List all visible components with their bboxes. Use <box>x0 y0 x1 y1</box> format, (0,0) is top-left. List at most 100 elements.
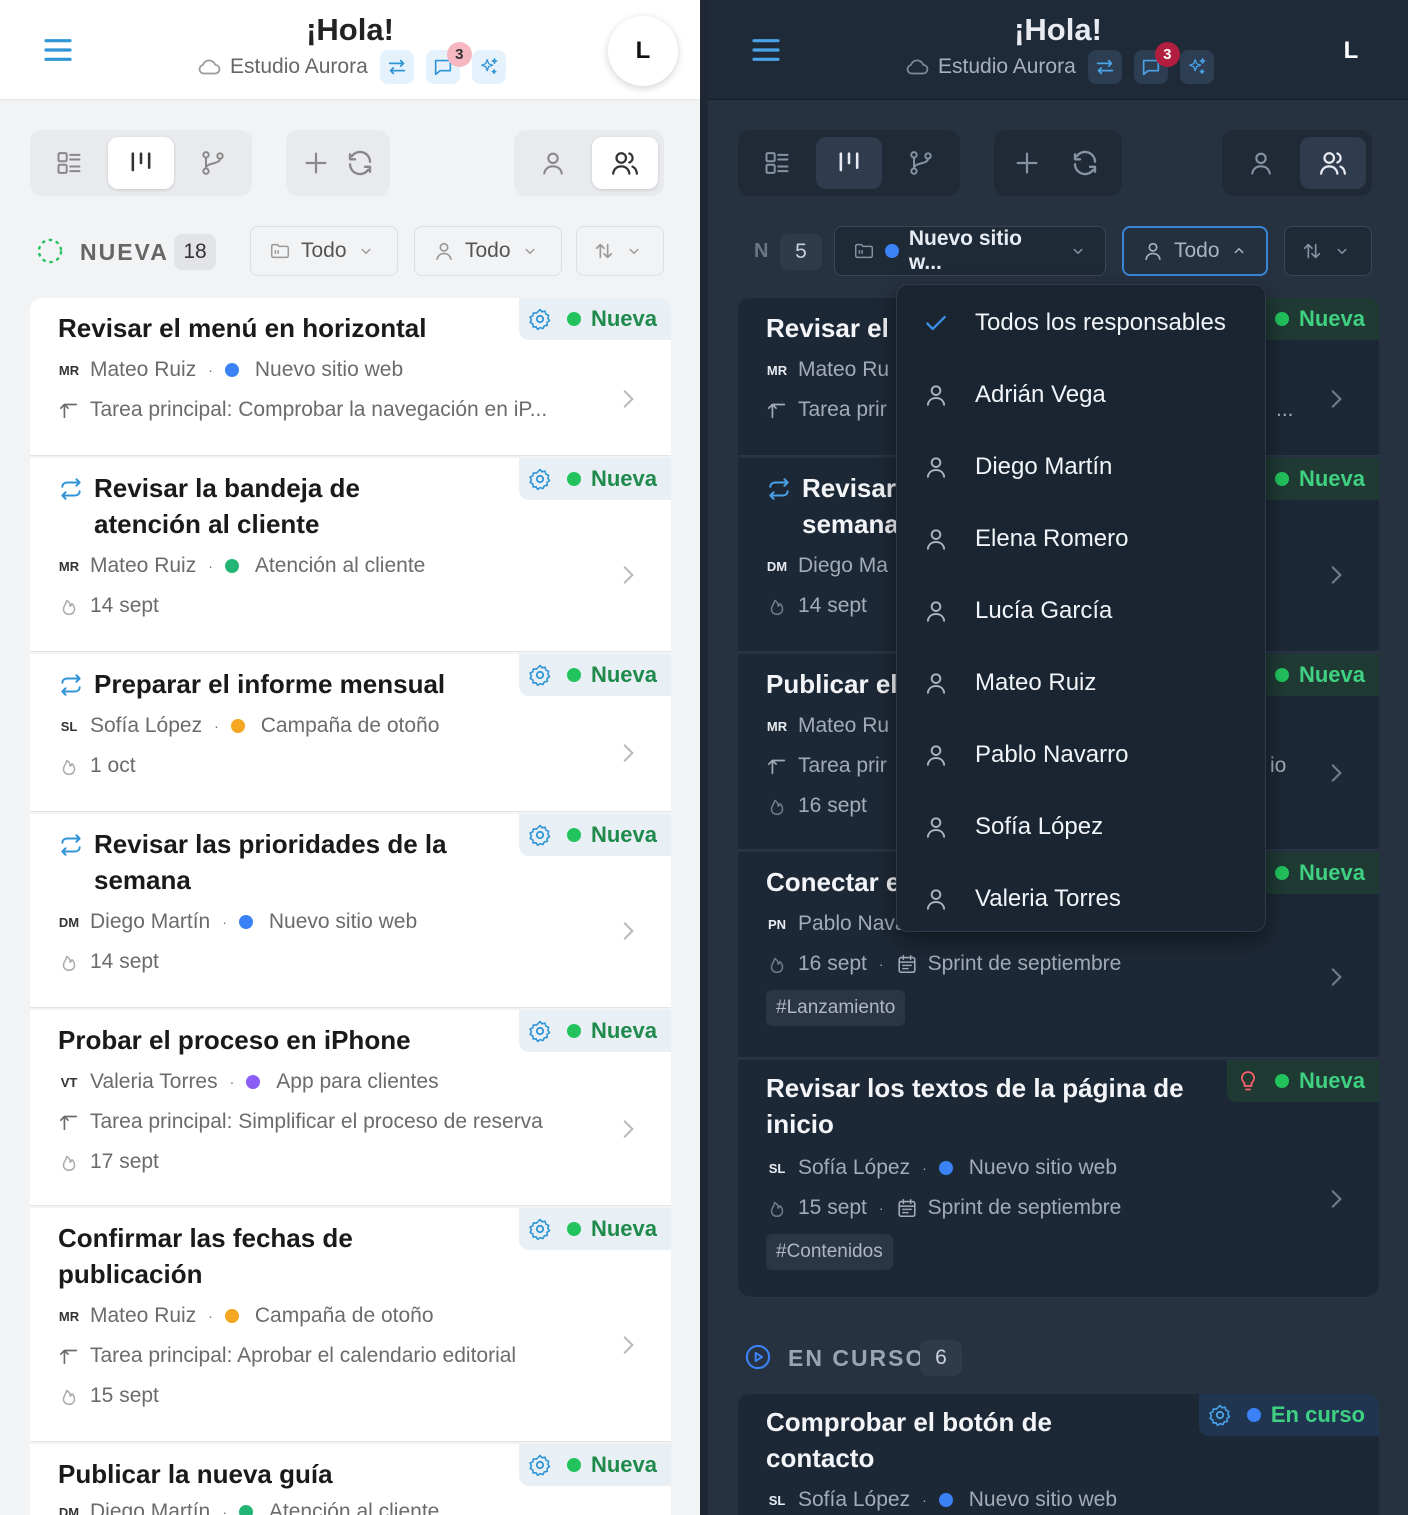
settings-icon[interactable] <box>519 1010 561 1052</box>
assignee-option[interactable]: Valeria Torres <box>897 863 1267 935</box>
status-label: Nueva <box>590 822 657 847</box>
workspace-switcher[interactable]: Estudio Aurora 3 <box>196 42 506 84</box>
tag-chip[interactable]: #Contenidos <box>766 1234 893 1270</box>
flame-icon <box>766 595 788 617</box>
assignee-initials: MR <box>58 362 80 378</box>
settings-icon[interactable] <box>519 298 561 340</box>
status: Nueva <box>1261 466 1379 492</box>
task-card[interactable]: Preparar el informe mensual SL Sofía Lóp… <box>30 654 671 812</box>
team-tasks-button[interactable] <box>592 137 658 189</box>
sort-button[interactable] <box>576 226 664 276</box>
user-icon <box>897 454 975 480</box>
task-title: Comprobar el botón de contacto <box>766 1407 1052 1473</box>
settings-icon[interactable] <box>519 814 561 856</box>
status-label: En curso <box>1270 1402 1365 1427</box>
chevron-right-icon[interactable] <box>615 1116 641 1142</box>
flame-icon <box>58 595 80 617</box>
add-task-button[interactable] <box>294 137 338 189</box>
chevron-right-icon[interactable] <box>615 386 641 412</box>
sort-button[interactable] <box>1284 226 1372 276</box>
recurring-icon <box>58 476 84 502</box>
settings-icon[interactable] <box>519 458 561 500</box>
board-view-button[interactable] <box>816 137 882 189</box>
assignee-option[interactable]: Sofía López <box>897 791 1267 863</box>
chevron-right-icon[interactable] <box>1323 964 1349 990</box>
assignee-option[interactable]: Elena Romero <box>897 503 1267 575</box>
status-badge: Nueva <box>1260 654 1379 696</box>
settings-icon[interactable] <box>519 1444 561 1486</box>
list-view-button[interactable] <box>36 137 102 189</box>
parent-arrow-icon <box>58 1111 80 1133</box>
chevron-right-icon[interactable] <box>615 918 641 944</box>
settings-icon[interactable] <box>519 1208 561 1250</box>
user-avatar[interactable]: L <box>608 16 678 86</box>
board-view-button[interactable] <box>108 137 174 189</box>
option-label: Todos los responsables <box>975 309 1226 336</box>
status-label: Nueva <box>590 1018 657 1043</box>
assignee-option[interactable]: Lucía García <box>897 575 1267 647</box>
chevron-right-icon[interactable] <box>1323 760 1349 786</box>
assignee-option-all[interactable]: Todos los responsables <box>897 287 1267 359</box>
status-label: Nueva <box>1298 1068 1365 1093</box>
add-task-button[interactable] <box>1002 137 1052 189</box>
lightbulb-icon[interactable] <box>1227 1060 1269 1102</box>
chevron-right-icon[interactable] <box>1323 1186 1349 1212</box>
task-card[interactable]: Probar el proceso en iPhone VT Valeria T… <box>30 1010 671 1206</box>
project-filter[interactable]: Nuevo sitio w... <box>834 226 1106 276</box>
tag-chip[interactable]: #Lanzamiento <box>766 990 906 1026</box>
my-tasks-button[interactable] <box>1228 137 1294 189</box>
separator-dot: · <box>229 1074 235 1090</box>
task-card[interactable]: Revisar las prioridades de la semana DM … <box>30 814 671 1008</box>
chevron-right-icon[interactable] <box>615 740 641 766</box>
project-filter[interactable]: Todo <box>250 226 398 276</box>
notification-count: 3 <box>1154 42 1180 67</box>
settings-icon[interactable] <box>1199 1394 1241 1436</box>
task-card[interactable]: Comprobar el botón de contacto SL Sofía … <box>738 1394 1379 1515</box>
settings-icon[interactable] <box>519 654 561 696</box>
messages-button[interactable]: 3 <box>1133 42 1180 84</box>
task-card[interactable]: Publicar la nueva guía DM Diego Martín ·… <box>30 1444 671 1515</box>
task-card[interactable]: Revisar el menú en horizontal MR Mateo R… <box>30 298 671 456</box>
assignee-filter[interactable]: Todo <box>414 226 562 276</box>
branch-view-button[interactable] <box>180 137 246 189</box>
chevron-right-icon[interactable] <box>615 562 641 588</box>
due-date: 15 sept <box>58 1384 159 1408</box>
parent-task: Tarea prir <box>766 398 887 422</box>
assignee-option[interactable]: Pablo Navarro <box>897 719 1267 791</box>
assignee-option[interactable]: Diego Martín <box>897 431 1267 503</box>
branch-view-button[interactable] <box>888 137 954 189</box>
workspace-switcher[interactable]: Estudio Aurora 3 <box>904 42 1214 84</box>
assignee-filter[interactable]: Todo <box>1122 226 1268 276</box>
status-label: Nueva <box>1298 860 1365 885</box>
due-date-text: 15 sept <box>90 1384 159 1407</box>
switch-workspace-button[interactable] <box>379 50 414 84</box>
assignee-initials: SL <box>768 1160 786 1176</box>
refresh-button[interactable] <box>1060 137 1110 189</box>
task-card[interactable]: Confirmar las fechas de publicación MR M… <box>30 1208 671 1442</box>
refresh-button[interactable] <box>338 137 382 189</box>
ai-assistant-button[interactable] <box>1179 50 1214 84</box>
team-tasks-button[interactable] <box>1300 137 1366 189</box>
status-badge: Nueva <box>1260 298 1379 340</box>
calendar-icon <box>896 1197 918 1219</box>
status-badge: Nueva <box>1260 852 1379 894</box>
branch-icon <box>907 149 935 177</box>
my-tasks-button[interactable] <box>520 137 586 189</box>
assignee-option[interactable]: Adrián Vega <box>897 359 1267 431</box>
task-card[interactable]: Revisar la bandeja de atención al client… <box>30 458 671 652</box>
task-card[interactable]: Revisar los textos de la página de inici… <box>738 1060 1379 1298</box>
user-avatar[interactable]: L <box>1316 16 1386 86</box>
status: En curso <box>1241 1402 1379 1428</box>
switch-workspace-button[interactable] <box>1087 50 1122 84</box>
task-meta: MR Mateo Ruiz · Campaña de otoño <box>58 1304 434 1328</box>
flame-icon <box>766 1197 788 1219</box>
ai-assistant-button[interactable] <box>471 50 506 84</box>
assignee-option[interactable]: Mateo Ruiz <box>897 647 1267 719</box>
messages-button[interactable]: 3 <box>425 42 472 84</box>
chevron-right-icon[interactable] <box>1323 562 1349 588</box>
chevron-right-icon[interactable] <box>1323 386 1349 412</box>
chevron-right-icon[interactable] <box>615 1332 641 1358</box>
list-view-button[interactable] <box>744 137 810 189</box>
assignee-initials: SL <box>60 718 78 734</box>
check-icon <box>897 310 975 336</box>
